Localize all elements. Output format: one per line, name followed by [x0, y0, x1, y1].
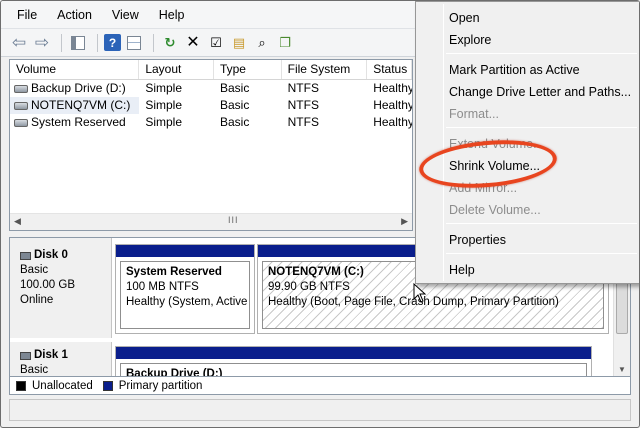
menu-item-explore[interactable]: Explore: [449, 32, 491, 48]
primary-swatch: [102, 380, 113, 391]
delete-icon[interactable]: ✕: [183, 33, 203, 53]
search-icon[interactable]: ⌕: [252, 33, 272, 53]
legend: Unallocated Primary partition: [9, 377, 631, 395]
menu-gutter: [443, 4, 444, 281]
volume-list: Volume Layout Type File System Status Ba…: [9, 59, 413, 231]
column-header-volume[interactable]: Volume: [10, 60, 140, 79]
unallocated-swatch: [16, 380, 26, 391]
menu-item-change-drive-letter[interactable]: Change Drive Letter and Paths...: [449, 84, 631, 100]
toolbar-separator: [97, 33, 98, 52]
disk-0-info[interactable]: Disk 0 Basic 100.00 GB Online: [10, 238, 112, 338]
refresh-icon[interactable]: ↻: [160, 33, 180, 53]
properties-icon[interactable]: [124, 33, 144, 53]
menu-help[interactable]: Help: [149, 1, 195, 29]
menu-separator: [446, 253, 637, 254]
menu-action[interactable]: Action: [47, 1, 102, 29]
back-icon[interactable]: ⇦: [9, 33, 29, 53]
partition-name: Backup Drive (D:): [126, 368, 223, 377]
open-icon[interactable]: ▤: [229, 33, 249, 53]
cell-file-system: NTFS: [287, 81, 319, 95]
cell-volume: NOTENQ7VM (C:): [31, 98, 131, 112]
disk-icon: [20, 251, 31, 260]
menu-separator: [446, 127, 637, 128]
column-header-layout[interactable]: Layout: [139, 60, 214, 79]
menu-item-format: Format...: [449, 107, 500, 121]
toolbar-separator: [153, 33, 154, 52]
horizontal-scrollbar[interactable]: ◀ III ▶: [10, 213, 412, 230]
disk-size: 100.00 GB: [20, 279, 75, 291]
mouse-cursor-icon: [413, 283, 427, 303]
cell-type: Basic: [219, 115, 250, 129]
legend-primary: Primary partition: [102, 379, 203, 392]
show-hide-console-tree-icon[interactable]: [68, 33, 88, 53]
cell-layout: Simple: [145, 115, 183, 129]
cell-type: Basic: [219, 98, 250, 112]
disk-icon: [20, 351, 31, 360]
table-row[interactable]: Backup Drive (D:) Simple Basic NTFS Heal…: [10, 80, 412, 97]
disk-1-row: Disk 1 Basic Backup Drive (D:): [10, 342, 614, 377]
cell-status: Healthy: [373, 115, 413, 129]
toolbar-separator: [61, 33, 62, 52]
legend-label: Primary partition: [118, 379, 203, 392]
disk-type: Basic: [20, 364, 49, 376]
cell-status: Healthy: [373, 98, 413, 112]
partition-size: 100 MB NTFS: [126, 281, 199, 293]
scroll-down-icon[interactable]: ▼: [618, 365, 626, 374]
partition-status: Healthy (System, Active: [126, 296, 248, 308]
partition-backup-drive[interactable]: Backup Drive (D:): [115, 346, 592, 377]
cell-volume: Backup Drive (D:): [31, 81, 126, 95]
drive-icon: [14, 118, 28, 127]
partition-status: Healthy (Boot, Page File, Crash Dump, Pr…: [268, 296, 559, 308]
partition-system-reserved[interactable]: System Reserved 100 MB NTFS Healthy (Sys…: [115, 244, 255, 334]
column-header-status[interactable]: Status: [367, 60, 412, 79]
disk-type: Basic: [20, 264, 49, 276]
drive-icon: [14, 101, 28, 110]
help-icon[interactable]: ?: [104, 34, 121, 51]
partition-body: Backup Drive (D:): [120, 363, 587, 377]
cell-layout: Simple: [145, 98, 183, 112]
cell-status: Healthy: [373, 81, 413, 95]
table-row[interactable]: NOTENQ7VM (C:) Simple Basic NTFS Healthy: [10, 97, 412, 114]
menu-item-help[interactable]: Help: [449, 262, 475, 278]
menu-item-open[interactable]: Open: [449, 10, 480, 26]
disk-name: Disk 0: [34, 249, 68, 261]
column-header-type[interactable]: Type: [214, 60, 282, 79]
menu-file[interactable]: File: [7, 1, 47, 29]
menu-separator: [446, 223, 637, 224]
status-bar: [9, 399, 631, 421]
legend-label: Unallocated: [32, 379, 93, 392]
export-icon[interactable]: ❐: [275, 33, 295, 53]
cell-type: Basic: [219, 81, 250, 95]
menu-view[interactable]: View: [102, 1, 149, 29]
column-header-file-system[interactable]: File System: [282, 60, 368, 79]
cell-file-system: NTFS: [287, 98, 319, 112]
disk-management-window: File Action View Help ⇦ ⇨ ? ↻ ✕ ☑ ▤ ⌕ ❐ …: [0, 0, 640, 428]
cell-layout: Simple: [145, 81, 183, 95]
disk-1-info[interactable]: Disk 1 Basic: [10, 342, 112, 376]
scroll-grip[interactable]: III: [228, 215, 239, 225]
menu-item-mark-active[interactable]: Mark Partition as Active: [449, 62, 580, 78]
partition-body: System Reserved 100 MB NTFS Healthy (Sys…: [120, 261, 250, 329]
partition-name: System Reserved: [126, 266, 222, 278]
cell-volume: System Reserved: [31, 115, 126, 129]
partition-bar: [116, 347, 591, 359]
disk-state: Online: [20, 294, 54, 306]
partition-bar: [116, 245, 254, 257]
scroll-left-icon[interactable]: ◀: [14, 216, 21, 227]
table-row[interactable]: System Reserved Simple Basic NTFS Health…: [10, 114, 412, 131]
menu-item-delete-volume: Delete Volume...: [449, 203, 541, 217]
forward-icon[interactable]: ⇨: [32, 33, 52, 53]
action-icon[interactable]: ☑: [206, 33, 226, 53]
menu-item-properties[interactable]: Properties: [449, 232, 506, 248]
menu-separator: [446, 53, 637, 54]
disk-name: Disk 1: [34, 349, 68, 361]
cell-file-system: NTFS: [287, 115, 319, 129]
scroll-thumb[interactable]: [616, 278, 628, 334]
drive-icon: [14, 84, 28, 93]
scroll-right-icon[interactable]: ▶: [401, 216, 408, 227]
legend-unallocated: Unallocated: [16, 380, 93, 392]
volume-list-header: Volume Layout Type File System Status: [10, 60, 412, 80]
